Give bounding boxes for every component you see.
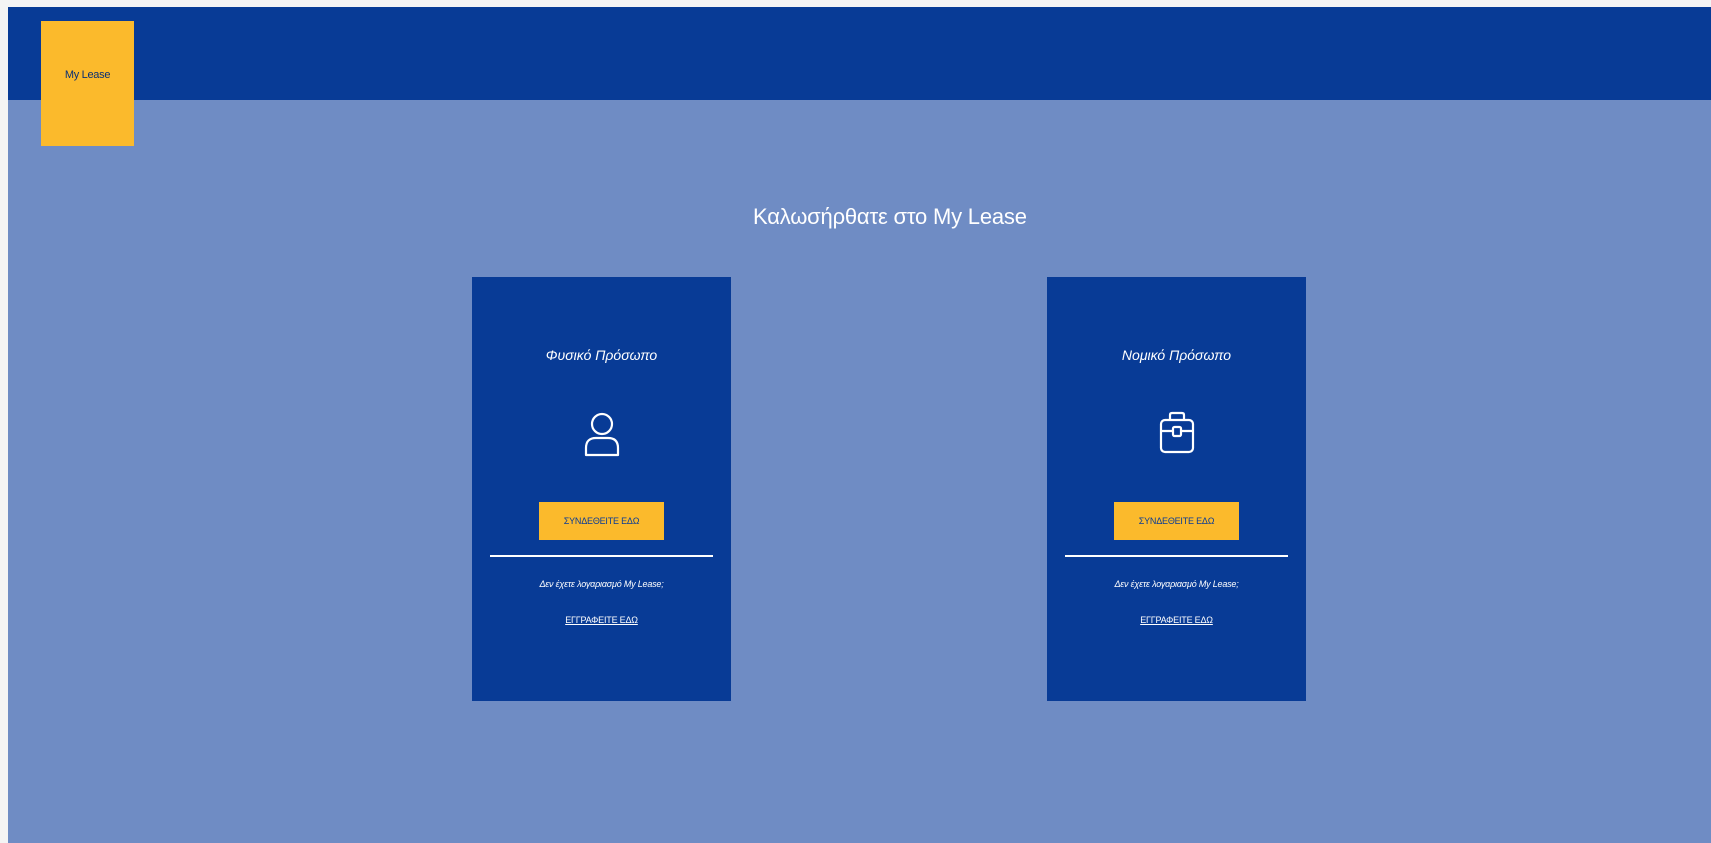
divider (490, 555, 713, 557)
logo-text: My Lease (64, 69, 111, 81)
register-link[interactable]: ΕΓΓΡΑΦΕΙΤΕ ΕΔΩ (472, 615, 731, 625)
my-lease-logo[interactable]: My Lease (41, 21, 134, 146)
register-link[interactable]: ΕΓΓΡΑΦΕΙΤΕ ΕΔΩ (1047, 615, 1306, 625)
divider (1065, 555, 1288, 557)
no-account-text: Δεν έχετε λογαριασμό My Lease; (1114, 579, 1239, 589)
legal-entity-card: Νομικό Πρόσωπο ΣΥΝΔΕΘΕΙΤΕ ΕΔΩ Δεν έχετε … (1047, 277, 1306, 701)
person-icon (472, 410, 731, 458)
briefcase-icon (1047, 410, 1306, 456)
card-title: Φυσικό Πρόσωπο (545, 347, 658, 363)
login-button[interactable]: ΣΥΝΔΕΘΕΙΤΕ ΕΔΩ (539, 502, 664, 540)
natural-person-card: Φυσικό Πρόσωπο ΣΥΝΔΕΘΕΙΤΕ ΕΔΩ Δεν έχετε … (472, 277, 731, 701)
card-title: Νομικό Πρόσωπο (1121, 347, 1232, 363)
login-button[interactable]: ΣΥΝΔΕΘΕΙΤΕ ΕΔΩ (1114, 502, 1239, 540)
page-viewport: My Lease Καλωσήρθατε στο My Lease Φυσικό… (8, 7, 1711, 843)
top-navigation-bar (8, 7, 1711, 100)
welcome-title: Καλωσήρθατε στο My Lease (753, 204, 1027, 229)
no-account-text: Δεν έχετε λογαριασμό My Lease; (539, 579, 664, 589)
